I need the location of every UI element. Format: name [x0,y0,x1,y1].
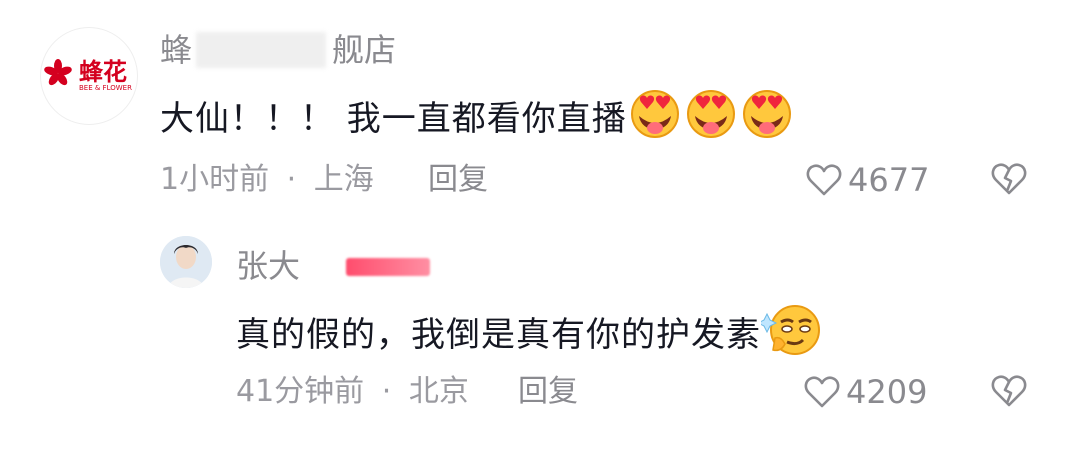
dislike-button[interactable] [990,374,1028,412]
author-tag-redaction [346,258,430,276]
author-name[interactable]: 蜂 [160,30,192,70]
location: 上海 [313,162,374,197]
comment-text: 真的假的，我倒是真有你的护发素 [236,302,823,371]
like-count: 4677 [848,161,930,199]
heart-eyes-tongue-emoji [739,88,795,153]
comment-text: 大仙！！！ 我一直都看你直播 [160,88,795,153]
smirk-sparkle-emoji [756,302,823,371]
comment-text-body: 真的假的，我倒是真有你的护发素 [236,315,761,355]
heart-icon [806,164,842,196]
author-name-suffix[interactable]: 舰店 [332,30,396,70]
avatar[interactable] [160,236,212,288]
dislike-button[interactable] [990,162,1028,200]
comment-meta: 41分钟前 · 北京 [236,372,469,412]
comment-meta: 1小时前 · 上海 [160,160,374,200]
like-button[interactable]: 4209 [804,372,927,412]
heart-eyes-tongue-emoji [627,88,683,153]
heart-icon [804,376,840,408]
like-count: 4209 [846,373,928,411]
timestamp: 1小时前 [160,162,270,197]
reply-button[interactable]: 回复 [428,160,488,200]
author-name-redaction [196,32,326,68]
location: 北京 [408,374,469,409]
avatar-brand-text: 蜂花 [79,58,127,86]
reply-button[interactable]: 回复 [518,372,578,412]
separator: · [381,374,392,409]
separator: · [286,162,297,197]
timestamp: 41分钟前 [236,374,365,409]
broken-heart-icon [991,375,1027,407]
broken-heart-icon [991,163,1027,195]
avatar-brand-subtext: BEE & FLOWER [79,84,132,92]
comment-text-body: 大仙！！！ 我一直都看你直播 [160,99,627,139]
like-button[interactable]: 4677 [806,160,929,200]
user-avatar-icon [160,236,212,288]
avatar[interactable]: 蜂花 BEE & FLOWER [40,27,138,125]
heart-eyes-tongue-emoji [683,88,739,153]
author-name[interactable]: 张大 [236,246,300,286]
